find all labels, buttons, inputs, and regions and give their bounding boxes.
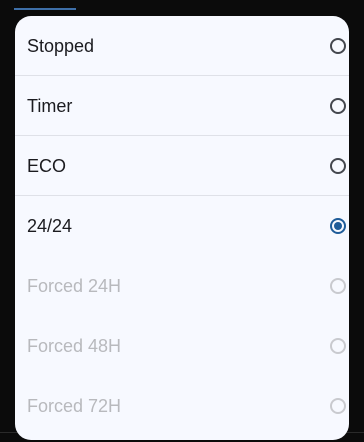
option-label: ECO <box>27 156 67 176</box>
option-label: Forced 24H <box>27 276 122 296</box>
radio-disabled-icon <box>330 278 346 294</box>
option-label: Stopped <box>27 36 95 56</box>
radio-unchecked-icon[interactable] <box>330 38 346 54</box>
option-eco[interactable]: ECO <box>15 136 349 196</box>
option-label: Forced 72H <box>27 396 122 416</box>
mode-select-dialog: Stopped Timer ECO 24/24 Forced 24H Force… <box>15 16 349 440</box>
option-label: Forced 48H <box>27 336 122 356</box>
option-label: 24/24 <box>27 216 73 236</box>
option-24-24[interactable]: 24/24 <box>15 196 349 256</box>
radio-dot <box>334 222 342 230</box>
radio-disabled-icon <box>330 398 346 414</box>
option-forced-24h: Forced 24H <box>15 256 349 316</box>
radio-disabled-icon <box>330 338 346 354</box>
option-timer[interactable]: Timer <box>15 76 349 136</box>
option-forced-48h: Forced 48H <box>15 316 349 376</box>
background-tab-indicator <box>14 8 76 10</box>
radio-checked-icon[interactable] <box>330 218 346 234</box>
radio-unchecked-icon[interactable] <box>330 98 346 114</box>
option-stopped[interactable]: Stopped <box>15 16 349 76</box>
option-label: Timer <box>27 96 73 116</box>
option-forced-72h: Forced 72H <box>15 376 349 436</box>
radio-unchecked-icon[interactable] <box>330 158 346 174</box>
